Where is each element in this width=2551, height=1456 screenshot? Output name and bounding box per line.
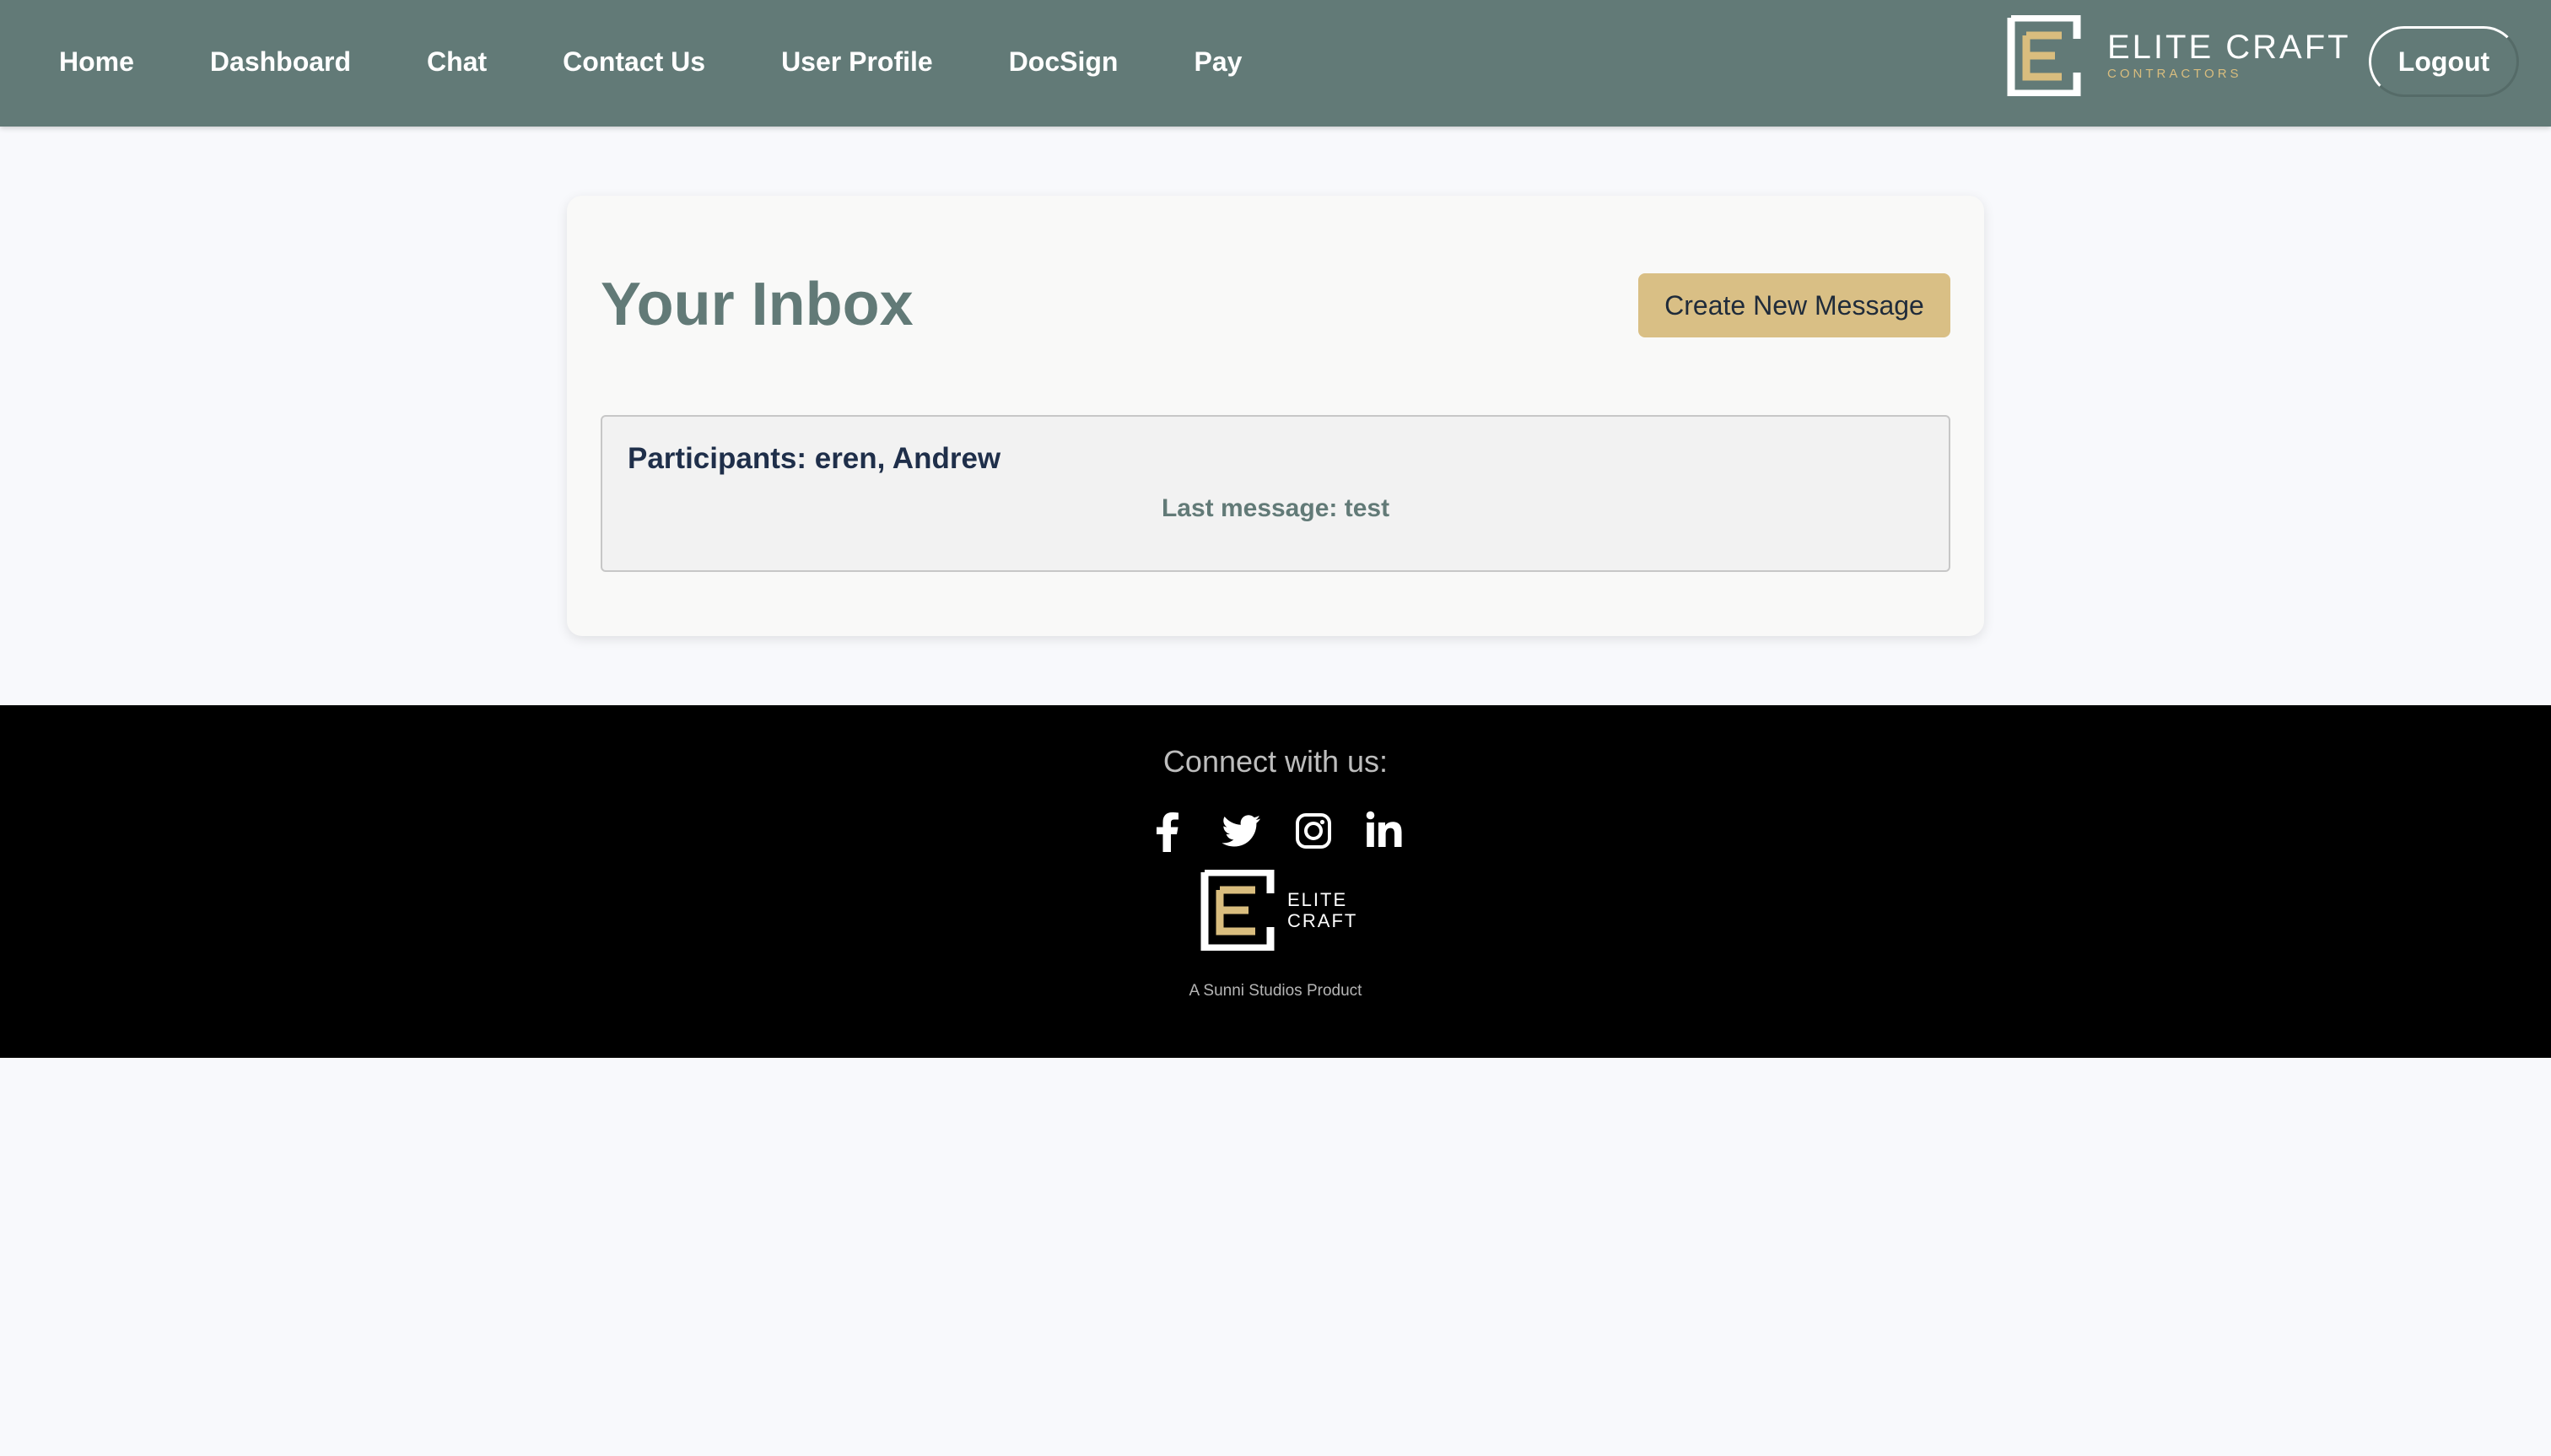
linkedin-icon[interactable] [1365,810,1404,852]
top-navbar: Home Dashboard Chat Contact Us User Prof… [0,0,2551,127]
brand-text: ELITE CRAFT CONTRACTORS [2107,29,2351,83]
brand-subtitle: CONTRACTORS [2107,67,2242,81]
logout-button[interactable]: Logout [2369,26,2519,97]
footer-tagline: A Sunni Studios Product [1189,982,1362,1000]
twitter-icon[interactable] [1220,810,1262,852]
conversation-last-message: Last message: test [1161,494,1390,522]
inbox-card: Your Inbox Create New Message Participan… [567,196,1984,636]
footer-logo: ELITE CRAFT [1196,870,1357,951]
footer-heading: Connect with us: [1162,744,1389,779]
nav-links: Home Dashboard Chat Contact Us User Prof… [59,0,1318,123]
site-footer: Connect with us: ELITE CRAFT A Sunni Stu… [0,705,2551,1058]
nav-user-profile-link[interactable]: User Profile [781,46,933,78]
nav-chat-link[interactable]: Chat [427,46,487,78]
footer-logo-text: ELITE CRAFT [1287,889,1357,931]
brand-name: ELITE CRAFT [2107,29,2351,66]
nav-contact-us-link[interactable]: Contact Us [563,46,705,78]
nav-home-link[interactable]: Home [59,46,134,78]
footer-logo-line1: ELITE [1287,889,1348,910]
brand-logo[interactable]: ELITE CRAFT CONTRACTORS [2003,15,2351,96]
elite-craft-logo-icon [2007,15,2081,96]
elite-craft-logo-icon [1200,870,1275,951]
nav-docsign-link[interactable]: DocSign [1009,46,1119,78]
conversation-list-item[interactable]: Participants: eren, Andrew Last message:… [601,415,1950,572]
footer-logo-line2: CRAFT [1287,910,1358,931]
nav-dashboard-link[interactable]: Dashboard [210,46,351,78]
page-title: Your Inbox [601,271,914,338]
nav-pay-link[interactable]: Pay [1194,46,1242,78]
social-links [1149,810,1404,852]
instagram-icon[interactable] [1294,810,1333,852]
facebook-icon[interactable] [1149,810,1188,852]
create-new-message-button[interactable]: Create New Message [1638,273,1950,337]
conversation-participants: Participants: eren, Andrew [628,442,1001,475]
